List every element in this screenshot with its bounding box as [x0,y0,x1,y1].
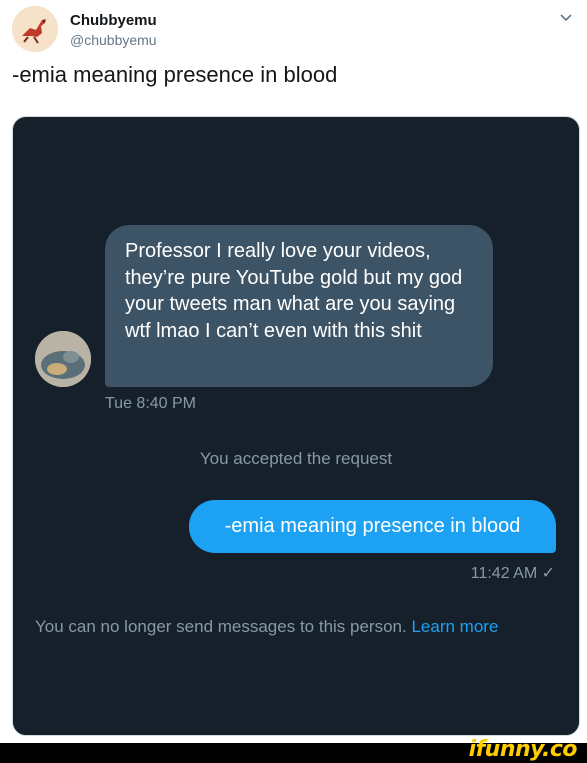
chevron-down-icon[interactable] [559,10,573,24]
author-avatar[interactable] [12,6,58,52]
system-message: You accepted the request [199,449,393,468]
tweet-header: Chubbyemu @chubbyemu [12,6,575,54]
incoming-timestamp: Tue 8:40 PM [105,395,197,412]
ifunny-watermark: ifunny.co [468,737,578,762]
sender-avatar [35,331,91,387]
learn-more-link[interactable]: Learn more [411,617,498,636]
dm-screenshot: Professor I really love your videos, the… [12,116,580,736]
author-name[interactable]: Chubbyemu [70,12,157,29]
tweet-text: -emia meaning presence in blood [12,62,338,87]
blocked-notice: You can no longer send messages to this … [35,617,498,637]
author-handle[interactable]: @chubbyemu [70,32,157,48]
watermark-bar: ifunny.co [0,737,587,763]
bird-logo-icon [12,6,58,52]
notice-text: You can no longer send messages to this … [35,617,407,636]
outgoing-message-bubble: -emia meaning presence in blood [189,500,556,553]
incoming-message-bubble: Professor I really love your videos, the… [105,225,493,387]
outgoing-timestamp: 11:42 AM ✓ [470,565,555,582]
